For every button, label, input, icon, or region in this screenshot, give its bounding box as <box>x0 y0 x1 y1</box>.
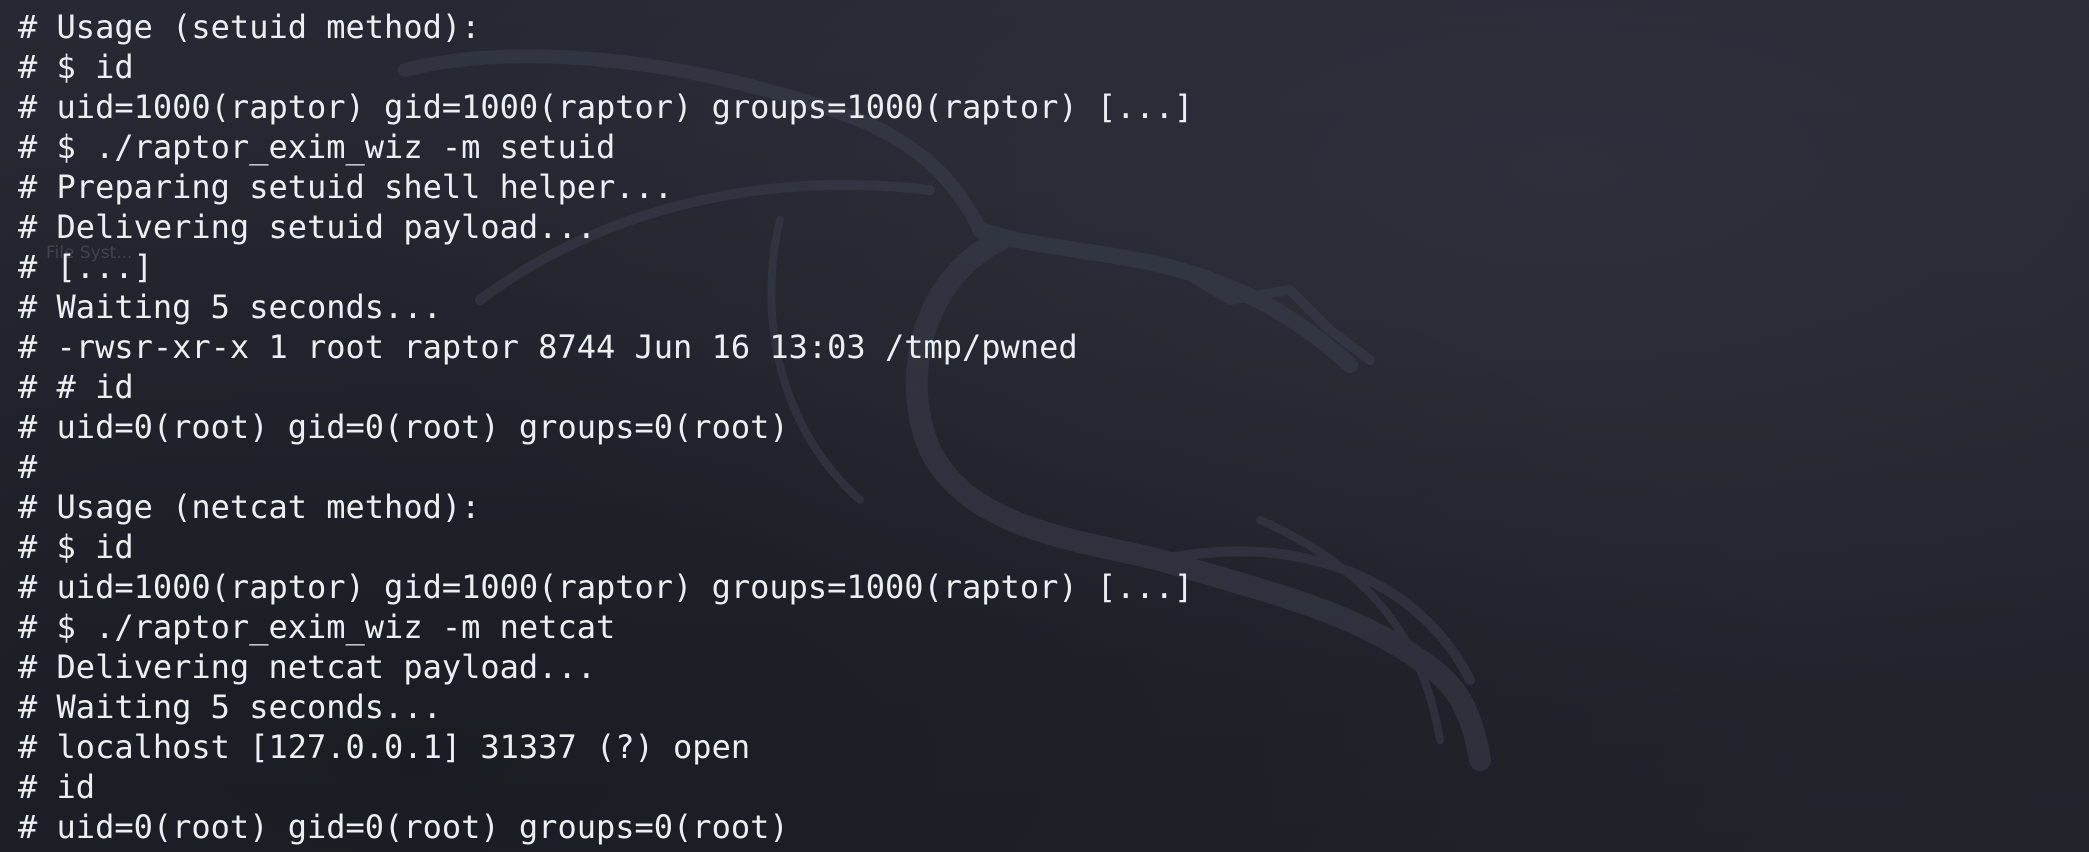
terminal-line: # <box>18 448 38 486</box>
terminal-line: # Preparing setuid shell helper... <box>18 168 674 206</box>
terminal-line: # uid=0(root) gid=0(root) groups=0(root) <box>18 408 789 446</box>
terminal-line: # $ id <box>18 48 134 86</box>
terminal-line: # Usage (netcat method): <box>18 488 481 526</box>
terminal-line: # [...] <box>18 248 153 286</box>
terminal-line: # uid=1000(raptor) gid=1000(raptor) grou… <box>18 88 1194 126</box>
terminal-line: # Usage (setuid method): <box>18 8 481 46</box>
terminal-line: # $ ./raptor_exim_wiz -m netcat <box>18 608 616 646</box>
terminal-line: # localhost [127.0.0.1] 31337 (?) open <box>18 728 751 766</box>
terminal-line: # # id <box>18 368 134 406</box>
terminal-line: # -rwsr-xr-x 1 root raptor 8744 Jun 16 1… <box>18 328 1078 366</box>
terminal-line: # $ id <box>18 528 134 566</box>
terminal-output: # Usage (setuid method): # $ id # uid=10… <box>18 7 2078 847</box>
terminal-line: # id <box>18 768 96 806</box>
terminal-line: # uid=0(root) gid=0(root) groups=0(root) <box>18 808 789 846</box>
terminal-line: # Waiting 5 seconds... <box>18 688 442 726</box>
terminal-line: # Waiting 5 seconds... <box>18 288 442 326</box>
terminal-line: # uid=1000(raptor) gid=1000(raptor) grou… <box>18 568 1194 606</box>
terminal-line: # Delivering setuid payload... <box>18 208 596 246</box>
terminal-line: # $ ./raptor_exim_wiz -m setuid <box>18 128 616 166</box>
terminal-line: # Delivering netcat payload... <box>18 648 596 686</box>
